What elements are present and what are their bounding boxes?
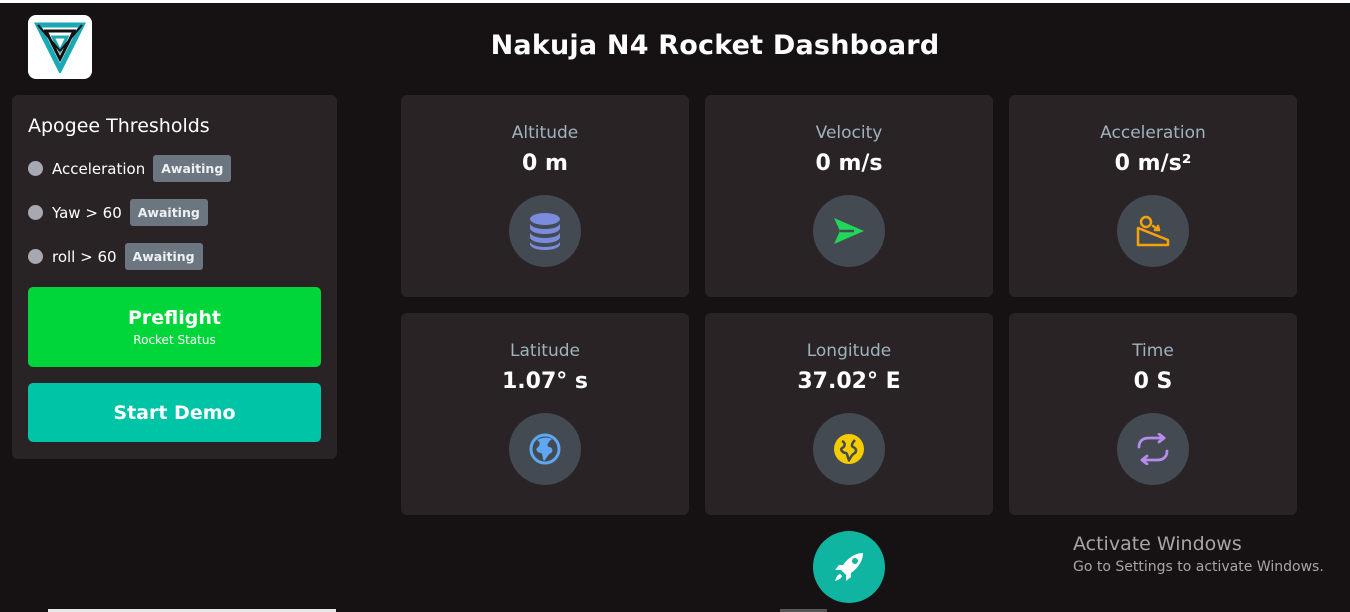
globe-icon xyxy=(813,413,885,485)
rocket-icon xyxy=(835,553,863,581)
longitude-card: Longitude 37.02° E xyxy=(705,313,993,515)
status-dot xyxy=(28,205,43,220)
threshold-row-yaw: Yaw > 60 Awaiting xyxy=(28,199,208,226)
page-title: Nakuja N4 Rocket Dashboard xyxy=(490,30,940,61)
card-label: Latitude xyxy=(510,341,580,361)
status-dot xyxy=(28,249,43,264)
start-demo-label: Start Demo xyxy=(113,401,236,424)
card-value: 0 m xyxy=(522,151,568,176)
card-value: 1.07° s xyxy=(501,369,589,394)
card-label: Longitude xyxy=(806,341,892,361)
threshold-row-acceleration: Acceleration Awaiting xyxy=(28,155,232,182)
card-label: Time xyxy=(1132,341,1174,361)
card-value: 0 m/s² xyxy=(1114,151,1192,176)
preflight-label: Preflight xyxy=(128,307,221,329)
velocity-card: Velocity 0 m/s xyxy=(705,95,993,297)
refresh-icon xyxy=(1117,413,1189,485)
latitude-card: Latitude 1.07° s xyxy=(401,313,689,515)
watermark-subtitle: Go to Settings to activate Windows. xyxy=(1073,559,1324,575)
card-label: Velocity xyxy=(815,123,883,143)
window-top-border xyxy=(0,0,1350,3)
threshold-label: Yaw > 60 xyxy=(52,203,122,222)
altitude-card: Altitude 0 m xyxy=(401,95,689,297)
threshold-row-roll: roll > 60 Awaiting xyxy=(28,243,203,270)
slope-icon xyxy=(1117,195,1189,267)
preflight-button[interactable]: Preflight Rocket Status xyxy=(28,287,321,367)
threshold-label: roll > 60 xyxy=(52,247,117,266)
send-icon xyxy=(813,195,885,267)
card-label: Acceleration xyxy=(1100,123,1206,143)
nakuja-logo-icon xyxy=(34,22,86,73)
card-value: 0 S xyxy=(1133,369,1173,394)
preflight-sublabel: Rocket Status xyxy=(133,333,216,347)
time-card: Time 0 S xyxy=(1009,313,1297,515)
card-label: Altitude xyxy=(511,123,579,143)
windows-activation-watermark: Activate Windows Go to Settings to activ… xyxy=(1073,533,1324,575)
status-badge: Awaiting xyxy=(153,155,232,182)
card-value: 37.02° E xyxy=(797,369,901,394)
globe-icon xyxy=(509,413,581,485)
watermark-title: Activate Windows xyxy=(1073,533,1242,555)
card-value: 0 m/s xyxy=(815,151,883,176)
launch-rocket-button[interactable] xyxy=(813,531,885,603)
database-icon xyxy=(509,195,581,267)
start-demo-button[interactable]: Start Demo xyxy=(28,383,321,442)
threshold-label: Acceleration xyxy=(52,159,146,178)
apogee-thresholds-panel: Apogee Thresholds Acceleration Awaiting … xyxy=(12,95,337,459)
status-badge: Awaiting xyxy=(129,199,208,226)
acceleration-card: Acceleration 0 m/s² xyxy=(1009,95,1297,297)
nakuja-logo[interactable] xyxy=(28,15,92,79)
status-dot xyxy=(28,161,43,176)
status-badge: Awaiting xyxy=(124,243,203,270)
panel-title: Apogee Thresholds xyxy=(28,115,210,137)
